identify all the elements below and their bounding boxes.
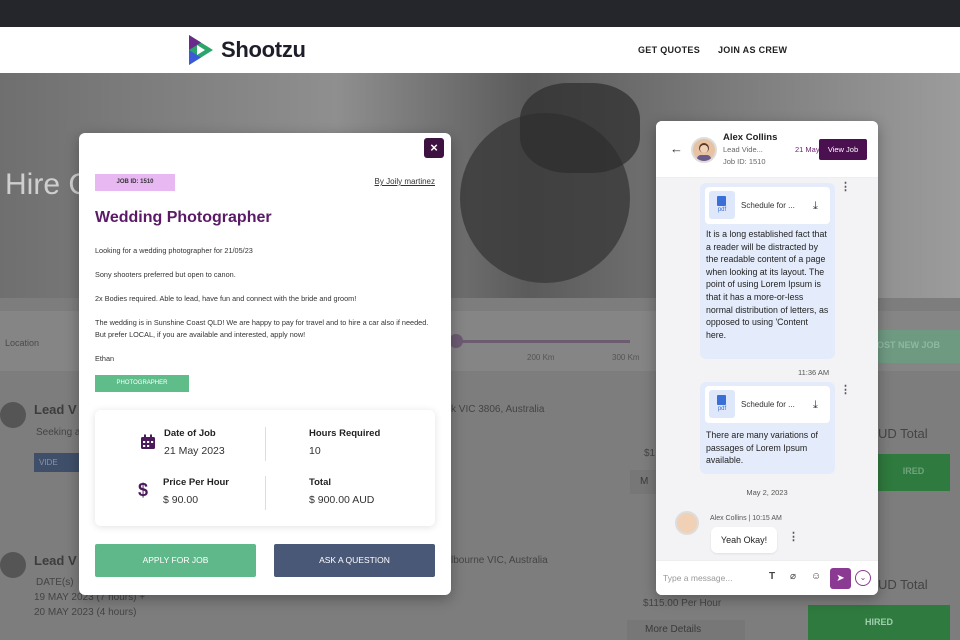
day-separator: May 2, 2023	[746, 488, 788, 497]
slider-tick: 300 Km	[612, 353, 640, 362]
chat-header: ← Alex Collins Lead Vide... 21 May 2... …	[656, 121, 878, 178]
job-row-tag[interactable]: VIDE	[34, 453, 79, 472]
message-bubble: Yeah Okay!	[711, 527, 777, 553]
location-label: Location	[5, 338, 40, 348]
apply-for-job-button[interactable]: APPLY FOR JOB	[95, 544, 256, 577]
job-row-location: lbourne VIC, Australia	[451, 555, 548, 566]
chat-panel: ← Alex Collins Lead Vide... 21 May 2... …	[656, 121, 878, 595]
total-label: Total	[309, 477, 331, 488]
divider	[265, 427, 266, 461]
job-description: The wedding is in Sunshine Coast QLD! We…	[95, 318, 429, 339]
role-tag: PHOTOGRAPHER	[95, 375, 189, 392]
hired-status: HIRED	[808, 605, 950, 640]
dollar-icon: $	[138, 480, 149, 500]
hours-required-label: Hours Required	[309, 428, 381, 439]
nav-get-quotes[interactable]: GET QUOTES	[638, 45, 700, 55]
contact-role: Lead Vide...	[723, 145, 763, 154]
brand-logo[interactable]: Shootzu	[187, 33, 306, 67]
slider-tick: 200 Km	[527, 353, 555, 362]
more-options-icon[interactable]: ⋮	[788, 530, 799, 543]
job-description: 2x Bodies required. Able to lead, have f…	[95, 294, 357, 303]
job-row-text: Seeking a	[36, 427, 81, 438]
total-value: $ 900.00 AUD	[309, 494, 375, 506]
text-format-icon[interactable]: T	[769, 571, 775, 582]
job-row-total: UD Total	[878, 426, 928, 441]
close-icon[interactable]: ×	[424, 138, 444, 158]
site-header	[0, 27, 960, 73]
job-row-dates-label: DATE(s)	[36, 577, 74, 588]
job-signature: Ethan	[95, 354, 115, 363]
attach-icon[interactable]: ⌀	[790, 571, 796, 582]
poster-link[interactable]: By Joily martinez	[375, 177, 435, 186]
avatar	[691, 137, 717, 163]
job-row-location: k VIC 3806, Australia	[451, 404, 545, 415]
job-stats-card: Date of Job 21 May 2023 Hours Required 1…	[95, 410, 435, 526]
job-row-price: $115.00 Per Hour	[643, 598, 722, 609]
file-name: Schedule for ...	[741, 400, 795, 409]
hero-camera-top-shape	[520, 83, 640, 173]
download-icon[interactable]: ⤓	[813, 200, 818, 213]
person-icon	[693, 139, 715, 161]
job-title: Wedding Photographer	[95, 209, 272, 226]
job-id-badge: JOB ID: 1510	[95, 174, 175, 191]
date-of-job-label: Date of Job	[164, 428, 216, 439]
contact-name: Alex Collins	[723, 132, 778, 143]
hired-status: IRED	[877, 454, 950, 491]
message-bubble: pdf Schedule for ... ⤓ There are many va…	[700, 382, 835, 474]
view-job-button[interactable]: View Job	[819, 139, 867, 160]
distance-slider-track[interactable]	[455, 340, 630, 343]
message-list[interactable]: pdf Schedule for ... ⤓ It is a long esta…	[656, 178, 878, 560]
message-input[interactable]: Type a message...	[663, 573, 732, 583]
message-meta: Alex Collins | 10:15 AM	[710, 515, 782, 522]
job-row-total: UD Total	[878, 577, 928, 592]
send-icon[interactable]: ➤	[830, 568, 851, 589]
more-options-icon[interactable]: ⋮	[840, 383, 851, 396]
back-arrow-icon[interactable]: ←	[670, 141, 683, 156]
message-bubble: pdf Schedule for ... ⤓ It is a long esta…	[700, 183, 835, 359]
ask-a-question-button[interactable]: ASK A QUESTION	[274, 544, 435, 577]
nav-join-as-crew[interactable]: JOIN AS CREW	[718, 45, 787, 55]
file-attachment[interactable]: pdf Schedule for ... ⤓	[705, 187, 830, 224]
file-attachment[interactable]: pdf Schedule for ... ⤓	[705, 386, 830, 423]
price-per-hour-label: Price Per Hour	[163, 477, 229, 488]
message-time: 11:36 AM	[798, 368, 830, 377]
download-icon[interactable]: ⤓	[813, 399, 818, 412]
emoji-icon[interactable]: ☺	[811, 571, 821, 582]
job-row-date: 20 MAY 2023 (4 hours)	[34, 607, 137, 618]
distance-slider-handle[interactable]	[449, 334, 463, 348]
hero-title: Hire C	[5, 168, 91, 201]
browser-top-bar	[0, 0, 960, 27]
job-details-modal: × JOB ID: 1510 By Joily martinez Wedding…	[79, 133, 451, 595]
pdf-file-icon: pdf	[709, 191, 735, 219]
avatar	[0, 552, 26, 578]
job-description: Sony shooters preferred but open to cano…	[95, 270, 236, 279]
post-new-job-button[interactable]: OST NEW JOB	[873, 330, 960, 363]
avatar	[0, 402, 26, 428]
more-options-icon[interactable]: ⋮	[840, 180, 851, 193]
date-of-job-value: 21 May 2023	[164, 445, 225, 457]
more-details-button[interactable]: More Details	[627, 620, 745, 640]
job-description: Looking for a wedding photographer for 2…	[95, 246, 253, 255]
avatar	[675, 511, 699, 535]
brand-name: Shootzu	[221, 37, 306, 62]
message-composer: Type a message... T ⌀ ☺ ➤ ⌄	[656, 560, 878, 595]
message-text: It is a long established fact that a rea…	[706, 229, 829, 340]
message-text: There are many variations of passages of…	[706, 430, 818, 466]
hours-required-value: 10	[309, 445, 321, 457]
chevron-down-icon[interactable]: ⌄	[855, 570, 871, 586]
shootzu-logo-icon	[189, 35, 213, 65]
contact-job-id: Job ID: 1510	[723, 157, 766, 166]
divider	[265, 476, 266, 510]
job-row-title: Lead V	[34, 402, 77, 417]
calendar-icon	[141, 434, 155, 449]
more-details-button[interactable]: M	[630, 470, 656, 494]
file-name: Schedule for ...	[741, 201, 795, 210]
job-row-price: $1	[644, 448, 656, 459]
job-row-title: Lead V	[34, 553, 77, 568]
price-per-hour-value: $ 90.00	[163, 494, 199, 506]
pdf-file-icon: pdf	[709, 390, 735, 418]
